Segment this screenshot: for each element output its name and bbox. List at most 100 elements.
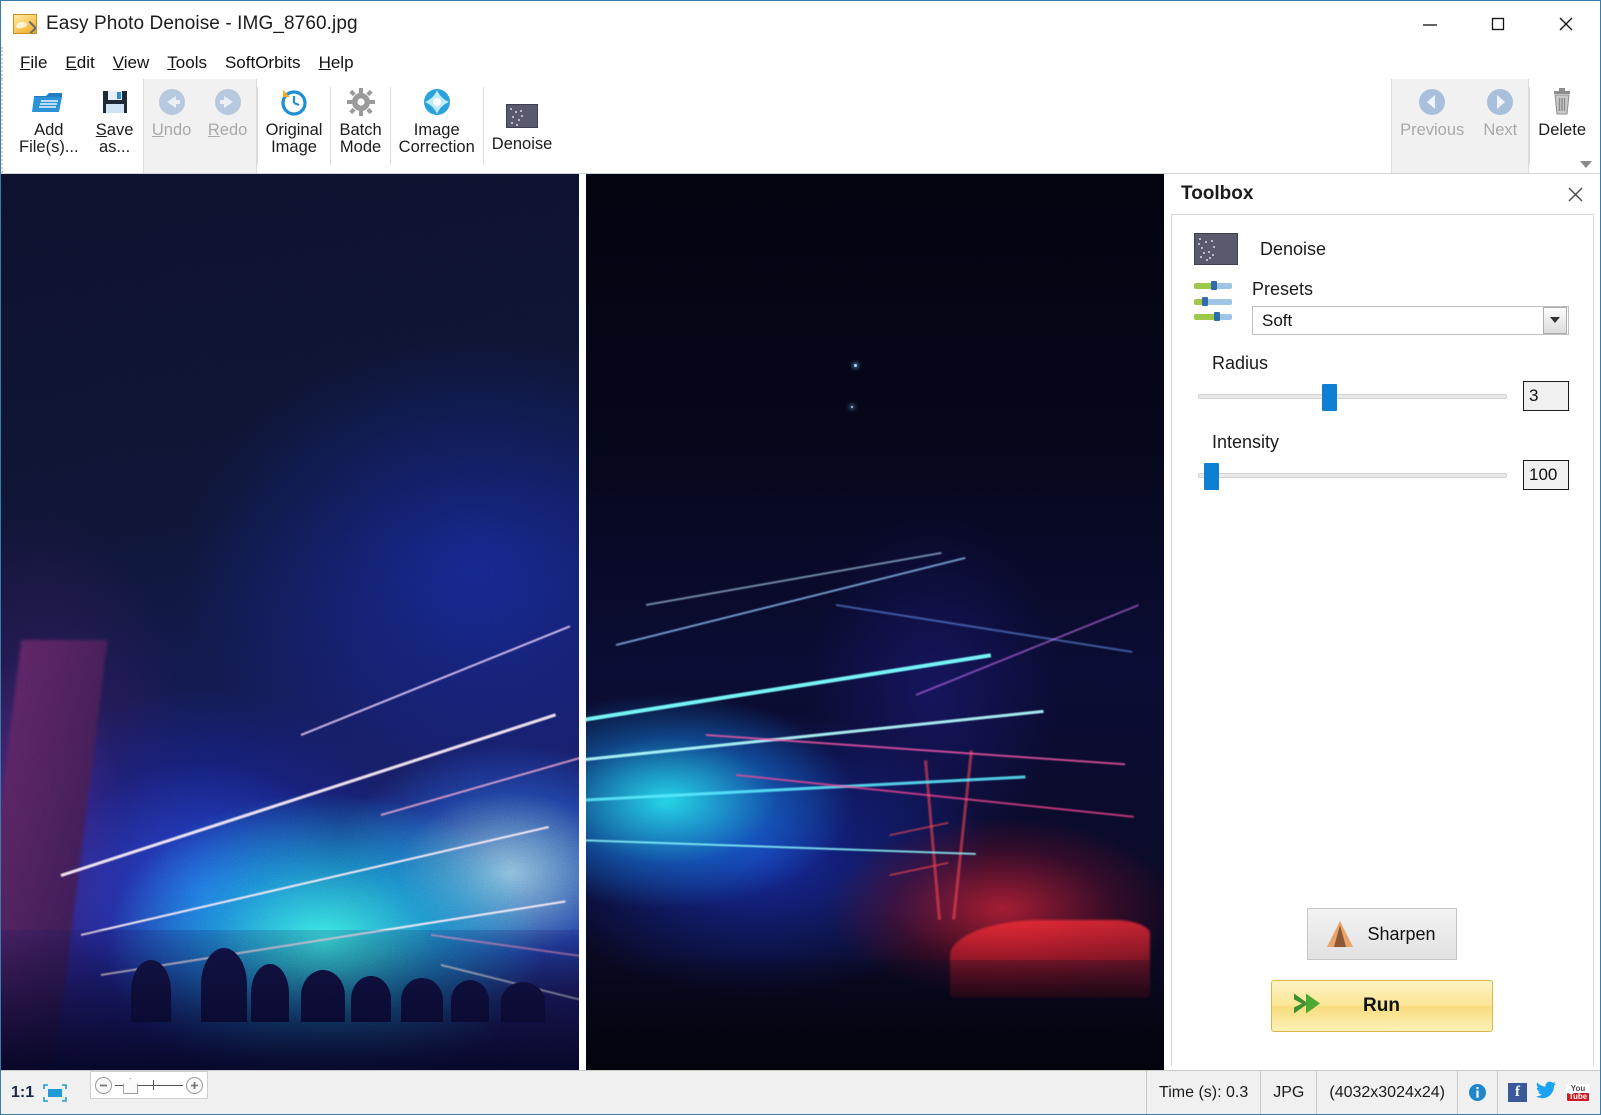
run-button[interactable]: Run xyxy=(1270,980,1493,1032)
toolbox-body: Denoise Presets Soft Radius 3 Intensity … xyxy=(1171,214,1594,1066)
facebook-icon[interactable]: f xyxy=(1508,1083,1527,1102)
menu-view-label: iew xyxy=(123,53,150,72)
toolbox-title: Toolbox xyxy=(1181,183,1254,204)
gear-icon xyxy=(346,85,376,119)
original-image-button[interactable]: Original Image xyxy=(258,79,331,173)
menu-bar: File Edit View Tools SoftOrbits Help xyxy=(1,47,1600,79)
intensity-value-field[interactable]: 100 xyxy=(1523,460,1569,490)
denoise-label: Denoise xyxy=(491,135,553,154)
info-icon[interactable] xyxy=(1458,1071,1498,1114)
youtube-icon[interactable]: You Tube xyxy=(1566,1083,1590,1102)
intensity-label: Intensity xyxy=(1212,432,1280,452)
presets-row: Presets Soft xyxy=(1194,279,1569,335)
window-title: Easy Photo Denoise - IMG_8760.jpg xyxy=(46,13,358,34)
intensity-slider[interactable] xyxy=(1198,457,1507,493)
clock-revert-icon xyxy=(279,85,309,119)
delete-label: Delete xyxy=(1538,121,1586,139)
minus-icon[interactable] xyxy=(95,1076,113,1094)
menu-file-label: ile xyxy=(30,53,48,72)
menu-help[interactable]: Help xyxy=(310,50,363,76)
image-dimensions: (4032x3024x24) xyxy=(1317,1071,1458,1114)
navigation-group: Previous Next xyxy=(1391,79,1530,173)
processing-time: Time (s): 0.3 xyxy=(1147,1071,1262,1114)
green-double-arrow-icon xyxy=(1286,991,1320,1022)
add-files-button[interactable]: Add File(s)... xyxy=(11,79,87,173)
zoom-ratio-button[interactable]: 1:1 xyxy=(1,1071,42,1114)
image-correction-button[interactable]: Image Correction xyxy=(391,79,483,173)
intensity-slider-handle[interactable] xyxy=(1204,463,1220,490)
sharpen-button-label: Sharpen xyxy=(1367,923,1436,944)
right-circle-arrow-icon xyxy=(1484,85,1516,119)
undo-arrow-icon xyxy=(156,85,188,119)
presets-selected-value: Soft xyxy=(1262,310,1293,330)
redo-button[interactable]: Redo xyxy=(200,79,256,173)
trash-can-icon xyxy=(1548,85,1576,119)
sharpen-button[interactable]: Sharpen xyxy=(1306,908,1457,960)
undo-label: Undo xyxy=(151,121,192,139)
batch-mode-button[interactable]: Batch Mode xyxy=(331,79,389,173)
undo-redo-group: Undo Redo xyxy=(142,79,257,173)
save-as-button[interactable]: Save as... xyxy=(87,79,143,173)
menu-tools[interactable]: Tools xyxy=(158,50,216,76)
fit-to-screen-icon[interactable] xyxy=(42,1071,80,1114)
cone-sharpen-icon xyxy=(1327,921,1354,947)
window-controls xyxy=(1396,1,1600,47)
status-bar: 1:1 Time (s): 0.3 JPG (4032x3024x24) f Y… xyxy=(1,1070,1600,1114)
toolbar: Add File(s)... Save as... Undo Redo Orig… xyxy=(1,79,1600,174)
radius-value-field[interactable]: 3 xyxy=(1523,381,1569,411)
left-circle-arrow-icon xyxy=(1416,85,1448,119)
intensity-slider-track xyxy=(1198,473,1507,478)
close-icon[interactable] xyxy=(1564,183,1586,205)
plus-icon[interactable] xyxy=(186,1076,204,1094)
application-window: Easy Photo Denoise - IMG_8760.jpg File E… xyxy=(0,0,1601,1115)
radius-param: Radius 3 xyxy=(1194,353,1569,414)
menu-help-label: elp xyxy=(330,53,354,72)
menu-edit-label: dit xyxy=(76,53,95,72)
youtube-line2: Tube xyxy=(1566,1091,1590,1101)
status-filler xyxy=(218,1071,1148,1114)
home-handle-icon[interactable] xyxy=(123,1078,139,1094)
twitter-icon[interactable] xyxy=(1536,1081,1557,1104)
next-label: Next xyxy=(1483,121,1518,139)
open-folder-icon xyxy=(31,85,66,119)
add-files-label: Add File(s)... xyxy=(19,121,79,156)
chevron-down-icon[interactable] xyxy=(1578,157,1594,171)
menu-edit[interactable]: Edit xyxy=(56,50,103,76)
undo-button[interactable]: Undo xyxy=(144,79,200,173)
active-tool-row: Denoise xyxy=(1194,233,1569,265)
presets-dropdown[interactable]: Soft xyxy=(1252,306,1569,335)
maximize-button[interactable] xyxy=(1464,1,1532,47)
radius-slider[interactable] xyxy=(1198,378,1507,414)
radius-label: Radius xyxy=(1212,353,1269,373)
save-as-label: Save as... xyxy=(95,121,134,156)
chevron-down-icon[interactable] xyxy=(1543,307,1567,334)
denoised-result-preview[interactable] xyxy=(584,174,1164,1070)
sliders-icon xyxy=(1194,279,1234,321)
radius-slider-handle[interactable] xyxy=(1321,384,1337,411)
toolbox-spacer xyxy=(1194,493,1569,908)
previous-button[interactable]: Previous xyxy=(1392,79,1472,173)
file-format: JPG xyxy=(1261,1071,1318,1114)
redo-arrow-icon xyxy=(212,85,244,119)
original-noisy-preview[interactable] xyxy=(1,174,579,1070)
zoom-slider[interactable] xyxy=(90,1071,209,1099)
original-image-label: Original Image xyxy=(265,121,323,156)
active-tool-name: Denoise xyxy=(1260,238,1327,259)
radius-slider-track xyxy=(1198,394,1507,399)
next-button[interactable]: Next xyxy=(1472,79,1528,173)
menu-softorbits[interactable]: SoftOrbits xyxy=(216,50,310,76)
menu-file[interactable]: File xyxy=(11,50,56,76)
intensity-param: Intensity 100 xyxy=(1194,432,1569,493)
minimize-button[interactable] xyxy=(1396,1,1464,47)
presets-label: Presets xyxy=(1252,279,1314,299)
denoise-button[interactable]: Denoise xyxy=(484,79,561,173)
brightness-star-icon xyxy=(422,85,452,119)
close-button[interactable] xyxy=(1532,1,1600,47)
batch-mode-label: Batch Mode xyxy=(339,121,382,156)
toolbox-panel: Toolbox Denoise Presets Soft Radius 3 In… xyxy=(1164,174,1600,1070)
menu-view[interactable]: View xyxy=(104,50,159,76)
denoise-icon xyxy=(1194,233,1238,265)
floppy-save-icon xyxy=(100,85,130,119)
noisy-photo xyxy=(1,174,579,1070)
title-bar: Easy Photo Denoise - IMG_8760.jpg xyxy=(1,1,1600,47)
